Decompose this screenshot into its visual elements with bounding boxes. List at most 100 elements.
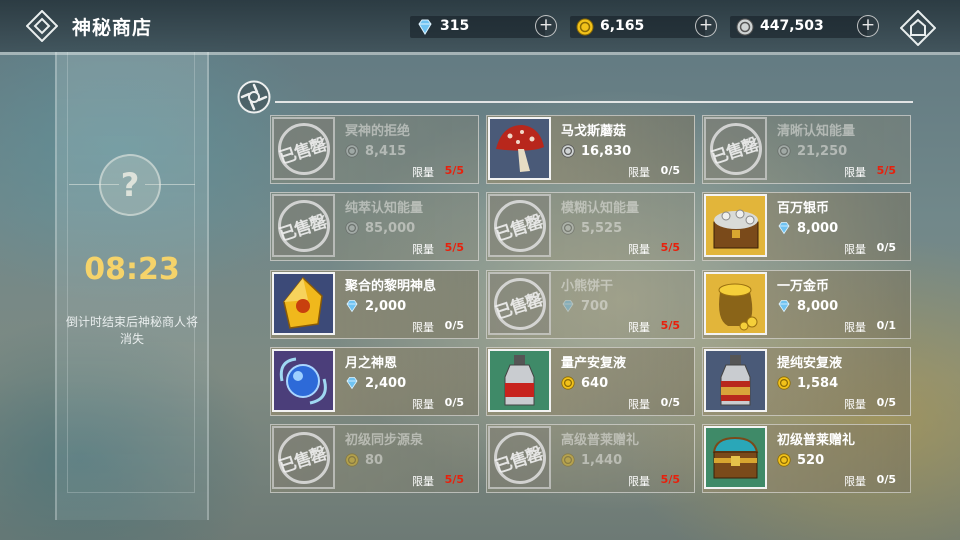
shop-item-card[interactable]: 已售罄 清晰认知能量 21,250 限量 5/5 [702,115,911,184]
limit-value: 5/5 [660,241,680,254]
back-diamond-icon[interactable] [26,10,58,42]
add-diamond-button[interactable]: + [535,15,557,37]
item-price: 8,000 [797,299,839,314]
silver-coin-icon [345,144,359,158]
shop-item-card[interactable]: 百万银币 8,000 限量 0/5 [702,192,911,261]
sold-out-stamp: 已售罄 [272,194,335,257]
limit-value: 0/5 [444,319,464,332]
limit-value: 5/5 [444,241,464,254]
gold-value: 6,165 [600,18,645,34]
limit-label: 限量 [628,475,650,488]
item-name: 量产安复液 [561,356,627,371]
limit-label: 限量 [844,166,866,179]
gold-coin-icon [561,453,575,467]
shop-item-card[interactable]: 量产安复液 640 限量 0/5 [486,347,695,416]
gold-coin-icon [561,376,575,390]
item-price: 21,250 [797,144,848,159]
item-price: 16,830 [581,144,632,159]
item-name: 马戈斯蘑菇 [561,124,627,139]
diamond-icon [346,377,358,390]
limit-label: 限量 [844,475,866,488]
gold-counter: 6,165 + [570,15,717,38]
shop-item-card[interactable]: 一万金币 8,000 限量 0/1 [702,270,911,339]
limit-label: 限量 [412,321,434,334]
section-emblem-icon [237,80,271,114]
silver-coin-icon [736,18,754,36]
diamond-value: 315 [440,18,470,34]
shop-item-card[interactable]: 马戈斯蘑菇 16,830 限量 0/5 [486,115,695,184]
add-silver-button[interactable]: + [857,15,879,37]
item-name: 初级同步源泉 [345,433,424,448]
shop-item-card[interactable]: 已售罄 高级普莱赠礼 1,440 限量 5/5 [486,424,695,493]
limit-label: 限量 [412,166,434,179]
item-price: 700 [581,299,609,314]
mysterious-merchant-panel: ? 08:23 倒计时结束后神秘商人将消失 [55,52,209,520]
item-name: 高级普莱赠礼 [561,433,640,448]
silver-coin-icon [777,144,791,158]
limit-label: 限量 [628,166,650,179]
item-name: 小熊饼干 [561,279,614,294]
silver-counter: 447,503 + [730,15,879,38]
sold-out-stamp: 已售罄 [272,117,335,180]
item-price: 2,000 [365,299,407,314]
sold-out-stamp: 已售罄 [488,194,551,257]
item-price: 1,440 [581,453,623,468]
gold-coin-icon [345,453,359,467]
silver-coin-icon [561,221,575,235]
item-price: 2,400 [365,376,407,391]
limit-value: 0/5 [444,396,464,409]
item-price: 8,000 [797,221,839,236]
limit-label: 限量 [412,243,434,256]
item-price: 80 [365,453,384,468]
sold-out-stamp: 已售罄 [488,272,551,335]
gold-coin-icon [777,376,791,390]
shop-item-card[interactable]: 提纯安复液 1,584 限量 0/5 [702,347,911,416]
shop-item-card[interactable]: 已售罄 模糊认知能量 5,525 限量 5/5 [486,192,695,261]
countdown-timer: 08:23 [84,252,180,287]
item-name: 聚合的黎明神息 [345,279,437,294]
item-name: 清晰认知能量 [777,124,856,139]
blue-orb-icon [272,349,335,412]
limit-label: 限量 [628,398,650,411]
page-title: 神秘商店 [72,17,153,39]
shop-item-card[interactable]: 初级普莱赠礼 520 限量 0/5 [702,424,911,493]
shop-item-card[interactable]: 已售罄 初级同步源泉 80 限量 5/5 [270,424,479,493]
item-name: 提纯安复液 [777,356,843,371]
diamond-icon [346,300,358,313]
diamond-icon [778,300,790,313]
shop-item-card[interactable]: 已售罄 纯萃认知能量 85,000 限量 5/5 [270,192,479,261]
limit-value: 0/5 [876,396,896,409]
item-price: 5,525 [581,221,623,236]
limit-label: 限量 [844,243,866,256]
shop-item-card[interactable]: 已售罄 冥神的拒绝 8,415 限量 5/5 [270,115,479,184]
sold-out-stamp: 已售罄 [272,426,335,489]
item-name: 一万金币 [777,279,830,294]
limit-value: 0/5 [660,396,680,409]
diamond-icon [418,19,432,35]
add-gold-button[interactable]: + [695,15,717,37]
shop-item-card[interactable]: 聚合的黎明神息 2,000 限量 0/5 [270,270,479,339]
limit-value: 5/5 [444,164,464,177]
item-name: 百万银币 [777,201,830,216]
item-name: 纯萃认知能量 [345,201,424,216]
gold-coin-icon [576,18,594,36]
shop-item-card[interactable]: 已售罄 小熊饼干 700 限量 5/5 [486,270,695,339]
silver-coin-icon [345,221,359,235]
item-price: 85,000 [365,221,416,236]
sold-out-stamp: 已售罄 [704,117,767,180]
item-name: 月之神恩 [345,356,398,371]
section-divider [275,101,913,103]
silver-value: 447,503 [760,18,824,34]
amber-crystal-icon [272,272,335,335]
countdown-note: 倒计时结束后神秘商人将消失 [65,315,198,346]
mystery-question-icon: ? [99,154,161,216]
item-name: 冥神的拒绝 [345,124,411,139]
teal-chest-icon [704,426,767,489]
shop-item-card[interactable]: 月之神恩 2,400 限量 0/5 [270,347,479,416]
item-price: 520 [797,453,825,468]
limit-label: 限量 [844,321,866,334]
home-icon[interactable] [900,10,936,46]
limit-label: 限量 [412,398,434,411]
mushroom-icon [488,117,551,180]
item-name: 初级普莱赠礼 [777,433,856,448]
